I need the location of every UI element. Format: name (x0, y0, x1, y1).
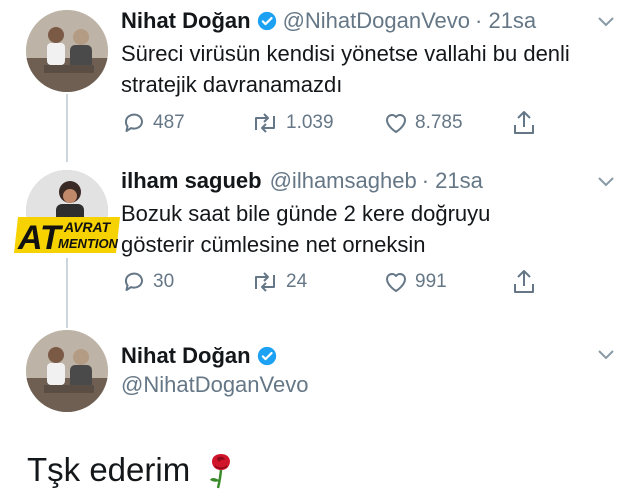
like-count: 8.785 (415, 112, 463, 133)
verified-badge-icon (257, 11, 276, 31)
retweet-button[interactable]: 1.039 (250, 110, 334, 136)
reply-count: 487 (153, 112, 185, 133)
retweet-button[interactable]: 24 (250, 269, 307, 295)
retweet-icon (255, 272, 275, 292)
svg-text:AVRAT: AVRAT (63, 219, 112, 235)
tweet-text-line: gösterir cümlesine net orneksin (121, 232, 426, 257)
share-icon[interactable] (511, 109, 537, 137)
tweet-header: ilham sagueb @ilhamsagheb · 21sa (121, 168, 483, 194)
thread-line (66, 94, 68, 162)
retweet-count: 24 (286, 271, 308, 292)
reply-button[interactable]: 30 (121, 269, 174, 295)
rose-icon (210, 454, 231, 489)
reply-icon (124, 113, 143, 132)
user-handle[interactable]: @ilhamsagheb (270, 168, 417, 194)
chevron-down-icon[interactable] (597, 349, 615, 361)
tweet-header: Nihat Doğan @NihatDoganVevo · 21sa (121, 8, 536, 34)
like-icon (386, 273, 406, 292)
like-count: 991 (415, 271, 447, 292)
display-name[interactable]: Nihat Doğan (121, 8, 251, 34)
avatar[interactable] (26, 330, 108, 412)
chevron-down-icon[interactable] (597, 16, 615, 28)
avatar[interactable] (26, 10, 108, 92)
display-name[interactable]: ilham sagueb (121, 168, 262, 194)
user-handle[interactable]: @NihatDoganVevo (121, 372, 308, 398)
tweet-header: Nihat Doğan (121, 343, 283, 369)
main-tweet-text: Tşk ederim (27, 450, 236, 490)
tweet-text-line: Bozuk saat bile günde 2 kere doğruyu (121, 201, 491, 226)
tweet-text-line: stratejik davranamazdı (121, 72, 343, 97)
like-button[interactable]: 8.785 (383, 110, 463, 136)
svg-text:MENTION: MENTION (58, 236, 119, 251)
reply-button[interactable]: 487 (121, 110, 185, 136)
user-handle[interactable]: @NihatDoganVevo (283, 8, 470, 34)
like-button[interactable]: 991 (383, 269, 447, 295)
chevron-down-icon[interactable] (597, 176, 615, 188)
like-icon (386, 114, 406, 133)
thread-line (66, 258, 68, 328)
watermark-logo: AT AVRAT MENTION (14, 217, 120, 257)
display-name[interactable]: Nihat Doğan (121, 343, 251, 369)
reply-count: 30 (153, 271, 175, 292)
timestamp[interactable]: · 21sa (422, 168, 483, 194)
verified-badge-icon (257, 346, 276, 366)
main-tweet-content: Tşk ederim (27, 451, 191, 488)
timestamp[interactable]: · 21sa (475, 8, 536, 34)
retweet-count: 1.039 (286, 112, 334, 133)
tweet-text-line: Süreci virüsün kendisi yönetse vallahi b… (121, 41, 570, 66)
reply-icon (124, 272, 143, 291)
svg-text:AT: AT (17, 219, 64, 257)
retweet-icon (255, 113, 275, 133)
tweet-header: @NihatDoganVevo (121, 372, 308, 398)
share-icon[interactable] (511, 268, 537, 296)
